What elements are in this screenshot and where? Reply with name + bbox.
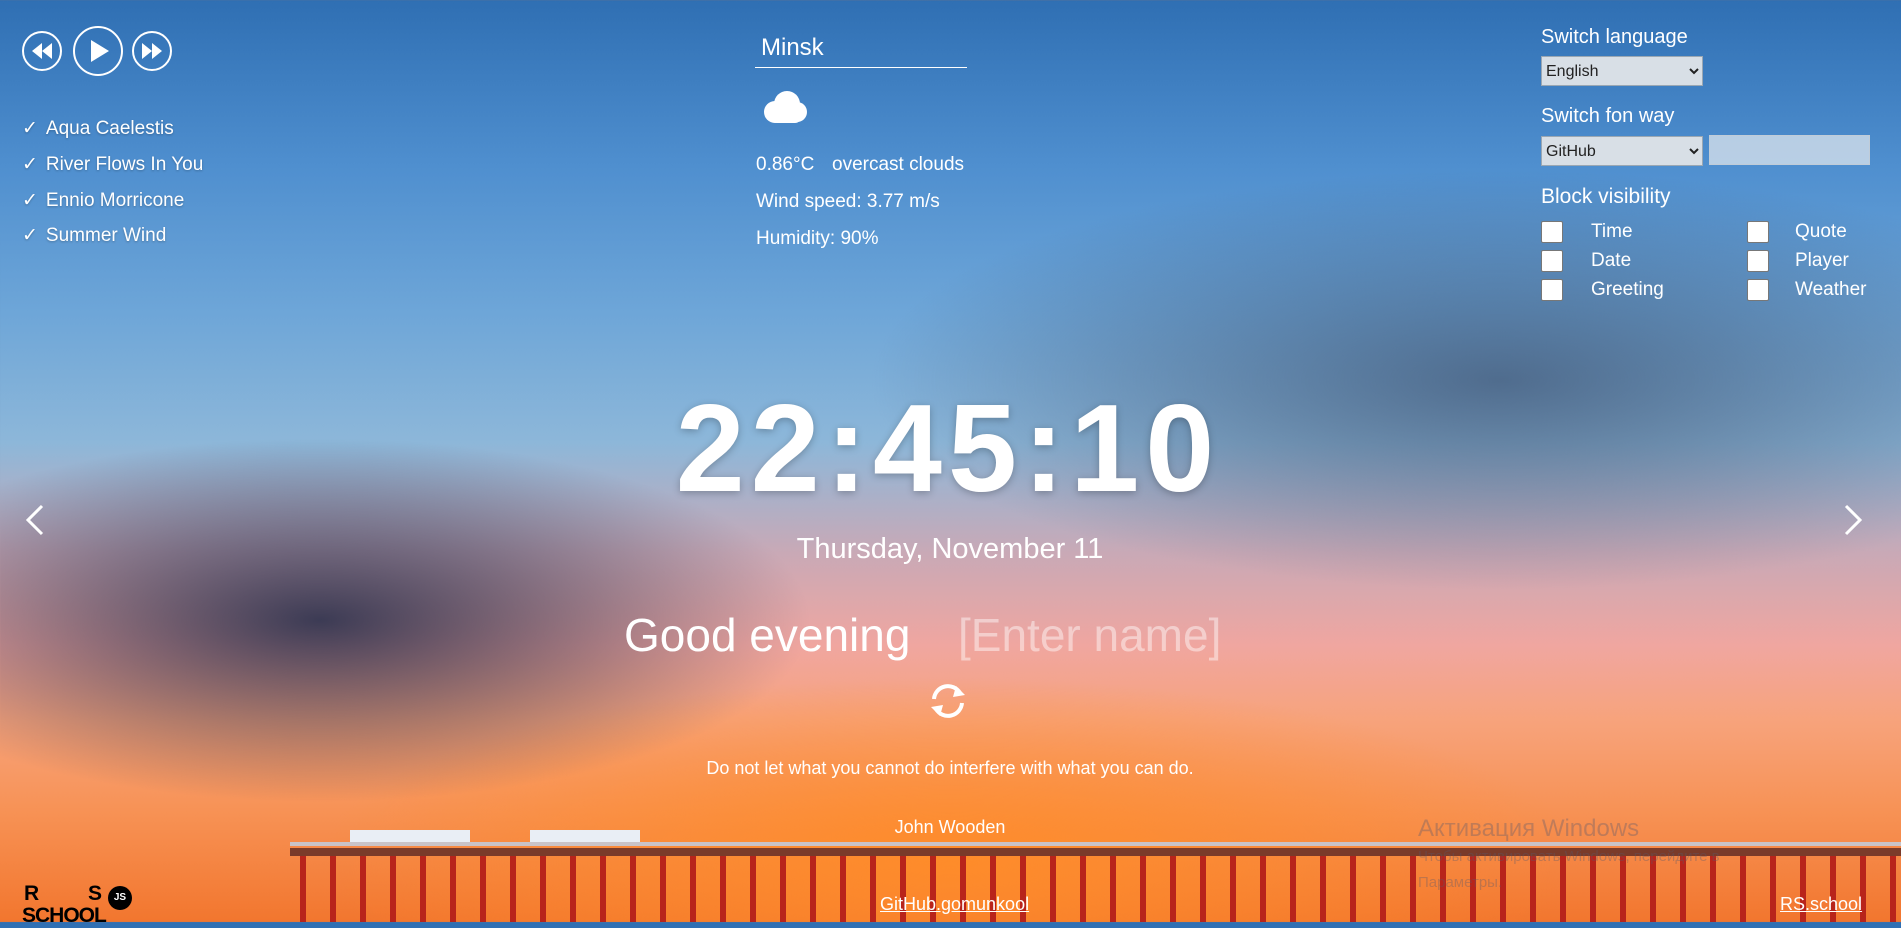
date-visibility-checkbox[interactable]	[1541, 250, 1563, 272]
activation-watermark-title: Активация Windows	[1418, 815, 1640, 842]
date-display: Thursday, November 11	[796, 533, 1104, 565]
player-visibility-label: Player	[1795, 250, 1849, 271]
play-button[interactable]	[73, 26, 123, 76]
time-visibility-label: Time	[1591, 221, 1633, 242]
city-input[interactable]	[755, 28, 967, 68]
clock-minutes: 45	[873, 380, 1023, 518]
next-track-button[interactable]	[132, 31, 172, 71]
greeting-text: Good evening	[624, 609, 911, 661]
language-label: Switch language	[1541, 26, 1688, 48]
fast-forward-icon	[142, 43, 162, 59]
track-title: Aqua Caelestis	[45, 118, 174, 139]
wind-speed: Wind speed: 3.77 m/s	[756, 191, 940, 212]
clock-seconds: 10	[1070, 380, 1221, 518]
name-input[interactable]: [Enter name]	[958, 608, 1248, 662]
fon-tag-input[interactable]	[1709, 135, 1870, 165]
player-visibility-checkbox[interactable]	[1747, 250, 1769, 272]
logo-js-badge: JS	[108, 886, 132, 910]
greeting-visibility-checkbox[interactable]	[1541, 279, 1563, 301]
previous-track-button[interactable]	[22, 31, 62, 71]
activation-watermark-text: Чтобы активировать Windows, перейдите в	[1418, 848, 1720, 865]
weather-temperature: 0.86°C	[756, 154, 815, 175]
cloud-icon	[764, 91, 807, 123]
clock-separator: :	[1022, 380, 1071, 518]
next-background-arrow-icon[interactable]	[1838, 500, 1868, 540]
track-title: Summer Wind	[45, 225, 167, 246]
weather-visibility-label: Weather	[1795, 279, 1867, 300]
logo-letter-s: S	[88, 882, 103, 905]
playlist-item[interactable]: ✓ Summer Wind	[22, 224, 166, 247]
refresh-quote-icon[interactable]	[925, 678, 971, 724]
logo-letter-r: R	[24, 882, 40, 905]
rs-school-logo[interactable]: R S JS SCHOOL	[22, 882, 142, 927]
quote-visibility-label: Quote	[1795, 221, 1847, 242]
quote-author: John Wooden	[894, 817, 1006, 837]
check-icon: ✓	[22, 118, 38, 139]
playlist-item[interactable]: ✓ Aqua Caelestis	[22, 117, 174, 140]
time-visibility-checkbox[interactable]	[1541, 221, 1563, 243]
track-title: Ennio Morricone	[45, 190, 185, 211]
clock-separator: :	[825, 380, 874, 518]
date-visibility-label: Date	[1591, 250, 1632, 271]
check-icon: ✓	[22, 190, 38, 211]
clock-hours: 22	[675, 380, 826, 518]
fon-way-select[interactable]: GitHub	[1541, 136, 1703, 166]
play-icon	[91, 40, 109, 62]
previous-background-arrow-icon[interactable]	[20, 500, 50, 540]
rewind-icon	[32, 43, 52, 59]
track-title: River Flows In You	[45, 154, 204, 175]
greeting-visibility-label: Greeting	[1591, 279, 1664, 300]
playlist-item[interactable]: ✓ River Flows In You	[22, 153, 203, 176]
weather-visibility-checkbox[interactable]	[1747, 279, 1769, 301]
playlist-item[interactable]: ✓ Ennio Morricone	[22, 189, 184, 212]
clock: 22:45:10	[668, 378, 1228, 520]
pier-illustration	[290, 830, 1901, 922]
humidity: Humidity: 90%	[756, 228, 879, 249]
check-icon: ✓	[22, 225, 38, 246]
block-visibility-label: Block visibility	[1541, 185, 1671, 208]
github-link[interactable]: GitHub.gomunkool	[880, 894, 1029, 915]
logo-school: SCHOOL	[22, 904, 107, 927]
check-icon: ✓	[22, 154, 38, 175]
quote-visibility-checkbox[interactable]	[1747, 221, 1769, 243]
fon-way-label: Switch fon way	[1541, 105, 1675, 127]
weather-description: overcast clouds	[832, 154, 965, 175]
quote-text: Do not let what you cannot do interfere …	[706, 758, 1194, 778]
rs-school-link[interactable]: RS.school	[1780, 894, 1862, 915]
language-select[interactable]: English	[1541, 56, 1703, 86]
activation-watermark-text: Параметры.	[1418, 874, 1503, 891]
